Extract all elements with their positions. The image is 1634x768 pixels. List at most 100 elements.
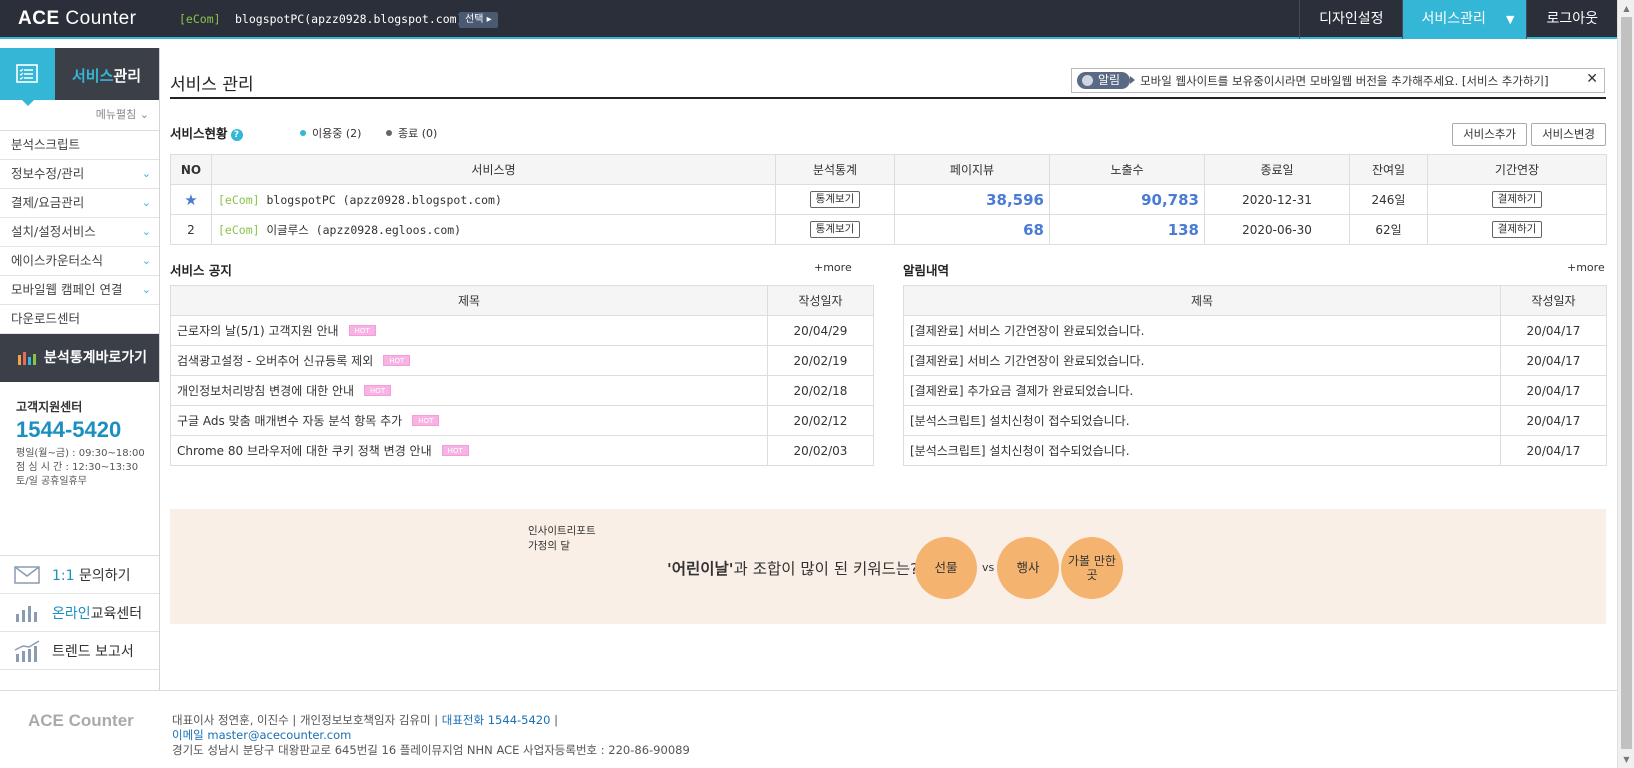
education-text: 교육센터	[90, 605, 143, 622]
title-divider	[170, 97, 1606, 99]
table-row: ★ [eCom] blogspotPC (apzz0928.blogspot.c…	[170, 184, 1607, 215]
notice-link[interactable]: 검색광고설정 - 오버추어 신규등록 제외	[177, 354, 373, 368]
notice-date: 20/04/29	[767, 315, 874, 346]
sidebar-item-download[interactable]: 다운로드센터	[0, 305, 159, 334]
star-icon[interactable]: ★	[184, 191, 197, 209]
notice-cell: 구글 Ads 맞춤 매개변수 자동 분석 항목 추가 HOT	[170, 405, 768, 436]
end-date: 2020-12-31	[1204, 184, 1350, 215]
alert-link[interactable]: [분석스크립트] 설치신청이 접수되었습니다.	[903, 435, 1501, 466]
scroll-down-icon[interactable]: ▼	[1618, 751, 1634, 768]
sidebar-item-mobile-campaign[interactable]: 모바일웹 캠페인 연결 ⌄	[0, 276, 159, 305]
sidebar-item-install-settings[interactable]: 설치/설정서비스 ⌄	[0, 218, 159, 247]
cs-phone: 1544-5420	[16, 417, 122, 442]
shortcut-label: 분석통계바로가기	[44, 350, 148, 366]
bars-icon	[16, 605, 37, 622]
sidebar-item-label: 다운로드센터	[11, 311, 81, 326]
sidebar-item-info-edit[interactable]: 정보수정/관리 ⌄	[0, 160, 159, 189]
service-name[interactable]: blogspotPC (apzz0928.blogspot.com)	[260, 193, 501, 207]
notice-date: 20/02/19	[767, 345, 874, 376]
change-service-button[interactable]: 서비스변경	[1531, 123, 1606, 146]
notice-link[interactable]: Chrome 80 브라우저에 대한 쿠키 정책 변경 안내	[177, 444, 432, 458]
keyword-bubble-event: 행사	[997, 537, 1059, 599]
footer-ceo: 대표이사 정연훈, 이진수 | 개인정보보호책임자 김유미 |	[172, 713, 442, 727]
footer-address: 경기도 성남시 분당구 대왕판교로 645번길 16 플레이뮤지엄 NHN AC…	[172, 743, 690, 757]
analytics-shortcut-button[interactable]: 분석통계바로가기	[0, 334, 159, 382]
footer: ACE Counter 대표이사 정연훈, 이진수 | 개인정보보호책임자 김유…	[0, 690, 1617, 768]
bar-chart-icon	[18, 352, 36, 365]
col-header-pageview: 페이지뷰	[894, 154, 1050, 185]
sidebar-menu: 분석스크립트 정보수정/관리 ⌄ 결제/요금관리 ⌄ 설치/설정서비스 ⌄ 에이스카운…	[0, 130, 159, 334]
banner-question-keyword: '어린이날'	[667, 560, 734, 578]
cs-hours: 평일(월~금) : 09:30~18:00 점 심 시 간 : 12:30~13…	[16, 447, 159, 489]
logo-bold: ACE	[18, 8, 60, 29]
scroll-up-icon[interactable]: ▲	[1618, 0, 1634, 17]
col-header-stats: 분석통계	[775, 154, 895, 185]
inquiry-text: 문의하기	[74, 567, 131, 584]
header-pointer	[22, 100, 34, 106]
notice-date: 20/02/12	[767, 405, 874, 436]
extend-cell: 결제하기	[1427, 184, 1607, 215]
notice-more-link[interactable]: +more	[814, 261, 852, 274]
row-no: ★	[170, 184, 212, 215]
page: ACE Counter [eCom] blogspotPC(apzz0928.b…	[0, 0, 1634, 768]
stats-cell: 통계보기	[775, 214, 895, 245]
vertical-scrollbar[interactable]: ▲ ▼	[1617, 0, 1634, 768]
education-label: 온라인교육센터	[52, 603, 142, 623]
service-name[interactable]: 이글루스 (apzz0928.egloos.com)	[260, 223, 461, 237]
insight-report-banner[interactable]: 인사이트리포트 가정의 달 '어린이날'과 조합이 많이 된 키워드는? 선물 …	[170, 509, 1606, 624]
chevron-down-icon: ⌄	[141, 196, 151, 209]
site-select-button[interactable]: 선택 ▸	[459, 12, 498, 28]
banner-subtitle: 인사이트리포트 가정의 달	[528, 524, 596, 554]
scrollbar-thumb[interactable]	[1621, 17, 1632, 749]
ace-counter-logo[interactable]: ACE Counter	[18, 8, 137, 30]
alert-message[interactable]: 모바일 웹사이트를 보유중이시라면 모바일웹 버전을 추가해주세요. [서비스 …	[1140, 73, 1549, 89]
footer-logo: ACE Counter	[28, 711, 134, 730]
view-stats-button[interactable]: 통계보기	[809, 191, 861, 208]
education-center-link[interactable]: 온라인교육센터	[0, 594, 159, 632]
remaining-days: 62일	[1349, 214, 1428, 245]
add-service-button[interactable]: 서비스추가	[1452, 123, 1527, 146]
alert-link[interactable]: [분석스크립트] 설치신청이 접수되었습니다.	[903, 405, 1501, 436]
notice-link[interactable]: 구글 Ads 맞춤 매개변수 자동 분석 항목 추가	[177, 414, 402, 428]
pageview-value: 68	[894, 214, 1050, 245]
pay-button[interactable]: 결제하기	[1491, 221, 1543, 238]
col-header-date: 작성일자	[1500, 285, 1607, 316]
inquiry-highlight: 1:1	[52, 567, 75, 584]
alert-link[interactable]: [결제완료] 추가요금 결제가 완료되었습니다.	[903, 375, 1501, 406]
pay-button[interactable]: 결제하기	[1491, 191, 1543, 208]
col-header-date: 작성일자	[767, 285, 874, 316]
extend-cell: 결제하기	[1427, 214, 1607, 245]
notice-link[interactable]: 개인정보처리방침 변경에 대한 안내	[177, 384, 354, 398]
inquiry-link[interactable]: 1:1 문의하기	[0, 556, 159, 594]
logout-button[interactable]: 로그아웃	[1526, 0, 1617, 39]
cs-hours-lunch: 점 심 시 간 : 12:30~13:30	[16, 462, 139, 473]
alerts-table: 제목 작성일자 [결제완료] 서비스 기간연장이 완료되었습니다. 20/04/17…	[903, 285, 1607, 466]
sidebar-item-label: 설치/설정서비스	[11, 224, 96, 239]
help-icon[interactable]: ?	[230, 129, 243, 141]
notice-link[interactable]: 근로자의 날(5/1) 고객지원 안내	[177, 324, 339, 338]
trend-report-link[interactable]: 트렌드 보고서	[0, 632, 159, 670]
alert-link[interactable]: [결제완료] 서비스 기간연장이 완료되었습니다.	[903, 315, 1501, 346]
chevron-down-icon: ⌄	[141, 254, 151, 267]
service-manage-menu[interactable]: 서비스관리 ▼	[1402, 0, 1527, 39]
alert-link[interactable]: [결제완료] 서비스 기간연장이 완료되었습니다.	[903, 345, 1501, 376]
view-stats-button[interactable]: 통계보기	[809, 221, 861, 238]
sidebar-title-rest: 관리	[113, 67, 142, 85]
alerts-more-link[interactable]: +more	[1567, 261, 1605, 274]
footer-email[interactable]: 이메일 master@acecounter.com	[172, 728, 690, 743]
cs-hours-holiday: 토/일 공휴일휴무	[16, 476, 87, 487]
alerts-title: 알림내역	[903, 263, 950, 278]
table-row: [결제완료] 서비스 기간연장이 완료되었습니다. 20/04/17	[903, 345, 1607, 376]
col-header-no: NO	[170, 154, 212, 185]
sidebar-item-payment[interactable]: 결제/요금관리 ⌄	[0, 189, 159, 218]
col-header-service-name: 서비스명	[211, 154, 776, 185]
hot-badge: HOT	[412, 415, 440, 426]
sidebar-item-news[interactable]: 에이스카운터소식 ⌄	[0, 247, 159, 276]
sidebar-item-label: 에이스카운터소식	[11, 253, 104, 268]
table-row: [분석스크립트] 설치신청이 접수되었습니다. 20/04/17	[903, 405, 1607, 436]
close-icon[interactable]: ✕	[1586, 71, 1598, 87]
sidebar-item-analysis-script[interactable]: 분석스크립트	[0, 131, 159, 160]
design-settings-button[interactable]: 디자인설정	[1299, 0, 1402, 39]
service-table: NO 서비스명 분석통계 페이지뷰 노출수 종료일 잔여일 기간연장 ★ [eC…	[170, 154, 1607, 245]
inquiry-label: 1:1 문의하기	[52, 565, 131, 585]
